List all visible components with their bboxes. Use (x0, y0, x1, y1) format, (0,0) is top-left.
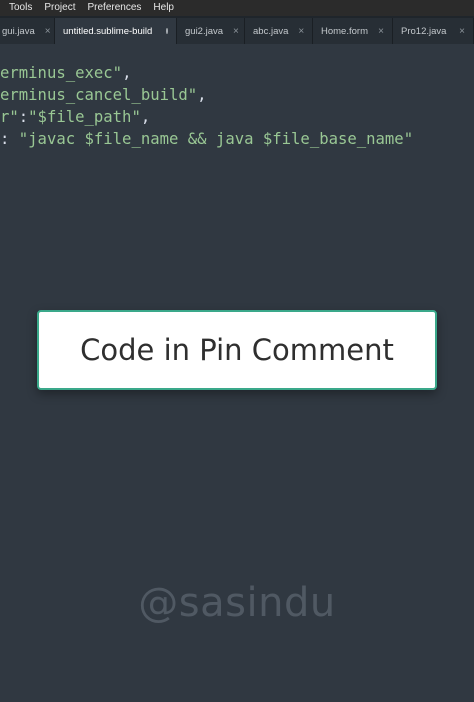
tab-gui2-java[interactable]: gui2.java × (177, 18, 245, 44)
tab-gui-java[interactable]: gui.java × (0, 18, 55, 44)
code-string: "javac $file_name && java $file_base_nam… (18, 130, 414, 148)
menu-bar: Tools Project Preferences Help (0, 0, 474, 16)
tab-abc-java[interactable]: abc.java × (245, 18, 313, 44)
close-icon[interactable]: × (459, 26, 465, 37)
code-string: "$file_path" (28, 108, 141, 126)
pin-comment-overlay: Code in Pin Comment (37, 310, 437, 390)
code-punctuation: , (140, 108, 151, 126)
code-punctuation: , (122, 64, 132, 82)
close-icon[interactable]: × (378, 26, 384, 37)
code-line: erminus_cancel_build", (0, 84, 207, 106)
close-icon[interactable]: × (233, 26, 239, 37)
unsaved-dot-icon[interactable] (166, 28, 168, 34)
close-icon[interactable]: × (45, 26, 51, 37)
tab-pro12-java[interactable]: Pro12.java × (393, 18, 474, 44)
close-icon[interactable]: × (298, 26, 304, 37)
code-punctuation: , (197, 86, 207, 104)
menu-tools[interactable]: Tools (0, 0, 38, 16)
tab-label: gui.java (2, 25, 35, 37)
tab-label: Pro12.java (401, 25, 447, 37)
code-line: r":"$file_path", (0, 106, 150, 128)
code-string: erminus_cancel_build" (0, 86, 198, 104)
code-string: erminus_exec" (0, 64, 123, 82)
code-punctuation: : (18, 108, 29, 126)
tab-label: gui2.java (185, 25, 224, 37)
tab-untitled-sublime-build[interactable]: untitled.sublime-build (55, 18, 177, 44)
overlay-caption: Code in Pin Comment (80, 333, 394, 367)
menu-help[interactable]: Help (147, 0, 180, 16)
code-string: r" (0, 108, 19, 126)
tab-label: Home.form (321, 25, 368, 37)
tab-home-form[interactable]: Home.form × (313, 18, 393, 44)
watermark: @sasindu (138, 580, 336, 626)
code-line: erminus_exec", (0, 62, 131, 84)
sublime-editor-window: Tools Project Preferences Help gui.java … (0, 0, 474, 702)
tab-label: abc.java (253, 25, 289, 37)
code-punctuation: : (0, 130, 19, 148)
code-line: : "javac $file_name && java $file_base_n… (0, 128, 413, 150)
menu-project[interactable]: Project (38, 0, 81, 16)
tab-label: untitled.sublime-build (63, 25, 153, 37)
menu-preferences[interactable]: Preferences (81, 0, 147, 16)
tab-bar: gui.java × untitled.sublime-build gui2.j… (0, 16, 474, 44)
